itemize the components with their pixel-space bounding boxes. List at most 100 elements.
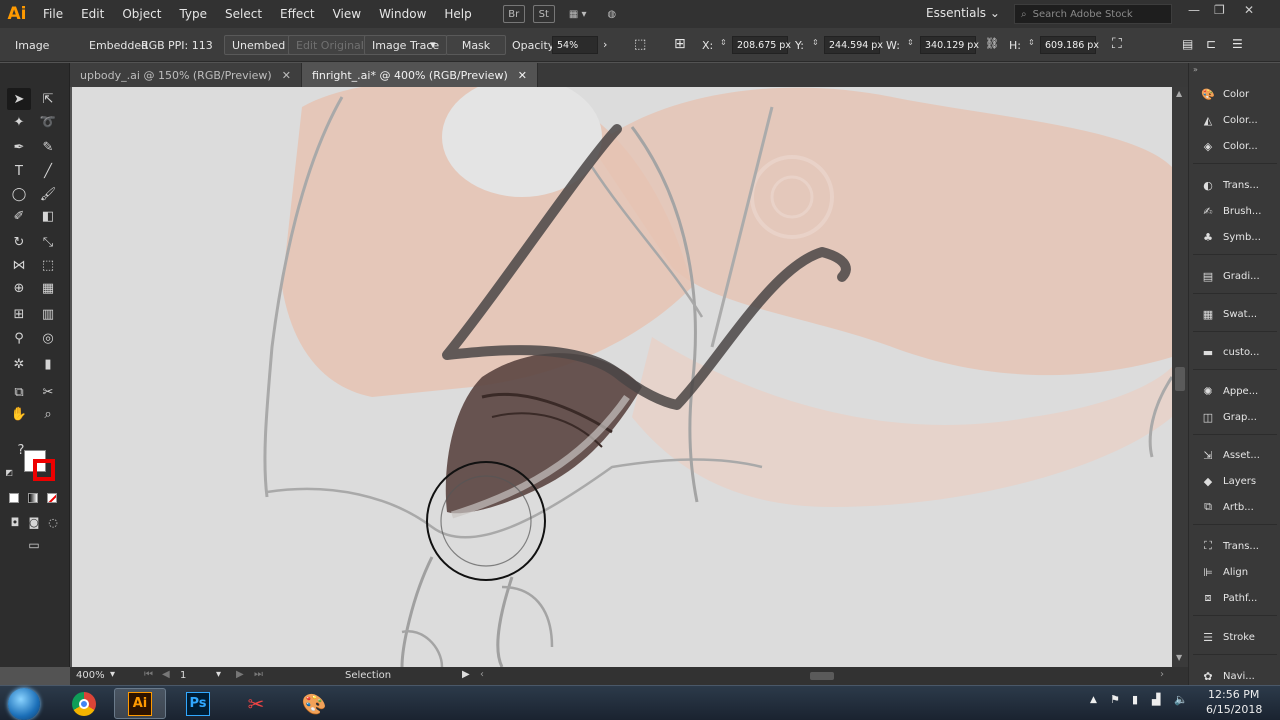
line-tool-icon[interactable]: ╱ [36, 160, 60, 182]
symbol-sprayer-tool-icon[interactable]: ✲ [7, 353, 31, 375]
y-spinner-icon[interactable]: ⇕ [812, 38, 819, 47]
width-tool-icon[interactable]: ⋈ [7, 254, 31, 276]
artboard-dropdown-icon[interactable]: ▾ [216, 669, 221, 680]
pen-tool-icon[interactable]: ✒ [7, 136, 31, 158]
hscroll-left-icon[interactable]: ‹ [480, 669, 484, 680]
menu-edit[interactable]: Edit [72, 7, 113, 21]
shaper-tool-icon[interactable]: ✐ [7, 205, 31, 227]
stock-button[interactable]: St [532, 5, 555, 23]
mesh-tool-icon[interactable]: ⊞ [7, 303, 31, 325]
column-graph-tool-icon[interactable]: ▮ [36, 353, 60, 375]
menu-select[interactable]: Select [216, 7, 271, 21]
w-spinner-icon[interactable]: ⇕ [907, 38, 914, 47]
type-tool-icon[interactable]: T [7, 160, 31, 182]
align-options-icon[interactable]: ⬚ [634, 37, 646, 52]
selection-tool-icon[interactable]: ➤ [7, 88, 31, 110]
draw-inside-icon[interactable]: ◌ [41, 511, 65, 533]
zoom-tool-icon[interactable]: ⌕ [36, 403, 60, 425]
panel-appearance[interactable]: ✺ Appe... [1189, 378, 1280, 404]
lasso-tool-icon[interactable]: ➰ [36, 111, 60, 133]
close-icon[interactable]: ✕ [282, 69, 291, 82]
panel-align[interactable]: ⊫ Align [1189, 559, 1280, 585]
scale-tool-icon[interactable]: ⤡ [36, 231, 60, 253]
color-mode-icon[interactable] [9, 493, 19, 503]
photoshop-taskbar-button[interactable]: Ps [172, 688, 224, 719]
slice-tool-icon[interactable]: ✂ [36, 381, 60, 403]
snipping-tool-taskbar-button[interactable]: ✂ [230, 688, 282, 719]
panel-layers[interactable]: ◆ Layers [1189, 468, 1280, 494]
scroll-up-icon[interactable]: ▲ [1176, 89, 1182, 98]
menu-help[interactable]: Help [435, 7, 480, 21]
panel-transparency[interactable]: ◐ Trans... [1189, 172, 1280, 198]
status-menu-icon[interactable]: ▶ [462, 669, 470, 680]
opacity-input[interactable]: 54% [552, 36, 598, 54]
workspace-switcher[interactable]: Essentials ⌄ [926, 6, 1000, 20]
volume-icon[interactable]: 🔈 [1174, 693, 1188, 706]
gpu-performance-icon[interactable]: ◍ [601, 5, 623, 23]
perspective-grid-tool-icon[interactable]: ▦ [36, 277, 60, 299]
panel-brushes[interactable]: ✍ Brush... [1189, 198, 1280, 224]
vertical-scrollbar[interactable]: ▲ ▼ [1172, 87, 1188, 667]
h-input[interactable]: 609.186 px [1040, 36, 1099, 54]
eyedropper-tool-icon[interactable]: ⚲ [7, 327, 31, 349]
w-input[interactable]: 340.129 px [920, 36, 979, 54]
scroll-thumb[interactable] [1175, 367, 1185, 391]
unembed-button[interactable]: Unembed [224, 35, 294, 55]
panel-gradient[interactable]: ▤ Gradi... [1189, 263, 1280, 289]
fill-stroke-widget[interactable] [24, 450, 56, 482]
isolate-icon[interactable]: ⊏ [1206, 37, 1216, 51]
embedded-link[interactable]: Embedded [89, 39, 148, 52]
x-spinner-icon[interactable]: ⇕ [720, 38, 727, 47]
stock-search-input[interactable]: ⌕ Search Adobe Stock [1014, 4, 1172, 24]
start-button[interactable] [8, 688, 40, 720]
restore-icon[interactable]: ❐ [1214, 3, 1225, 17]
screen-mode-icon[interactable]: ▭ [22, 534, 46, 556]
panel-graphic-styles[interactable]: ◫ Grap... [1189, 404, 1280, 430]
next-artboard-icon[interactable]: ▶ [236, 669, 244, 680]
paintbrush-tool-icon[interactable]: 🖌 [36, 183, 60, 205]
prev-artboard-icon[interactable]: ◀ [162, 669, 170, 680]
illustrator-taskbar-button[interactable]: Ai [114, 688, 166, 719]
image-trace-dropdown-icon[interactable]: ▾ [430, 38, 436, 51]
panel-pathfinder[interactable]: ⧈ Pathf... [1189, 585, 1280, 611]
arrange-documents-icon[interactable]: ▦ ▾ [563, 5, 593, 23]
panel-color-guide[interactable]: ◭ Color... [1189, 107, 1280, 133]
mask-button[interactable]: Mask [446, 35, 506, 55]
default-colors-icon[interactable]: ◩ [2, 465, 16, 479]
stroke-swatch[interactable] [33, 459, 55, 481]
network-icon[interactable]: ▟ [1152, 693, 1160, 706]
h-spinner-icon[interactable]: ⇕ [1028, 38, 1035, 47]
arrange-icon[interactable]: ▤ [1182, 37, 1193, 51]
zoom-level[interactable]: 400% [76, 670, 105, 681]
artboard-canvas[interactable] [72, 87, 1172, 667]
first-artboard-icon[interactable]: ⏮ [144, 669, 153, 680]
menu-effect[interactable]: Effect [271, 7, 324, 21]
panel-transform[interactable]: ⛶ Trans... [1189, 533, 1280, 559]
constrain-proportions-icon[interactable]: ⛓ [985, 37, 999, 50]
panel-color-themes[interactable]: ◈ Color... [1189, 133, 1280, 159]
gradient-mode-icon[interactable] [28, 493, 38, 503]
panel-swatches[interactable]: ▦ Swat... [1189, 301, 1280, 327]
shape-builder-tool-icon[interactable]: ⊕ [7, 277, 31, 299]
panel-stroke[interactable]: ☰ Stroke [1189, 624, 1280, 650]
panel-custom[interactable]: ▬ custo... [1189, 339, 1280, 365]
transform-icon[interactable]: ⛶ [1112, 36, 1122, 52]
collapse-dock-icon[interactable]: » [1193, 65, 1198, 74]
none-mode-icon[interactable] [47, 493, 57, 503]
eraser-tool-icon[interactable]: ◧ [36, 205, 60, 227]
ellipse-tool-icon[interactable]: ◯ [7, 183, 31, 205]
paint-taskbar-button[interactable]: 🎨 [288, 688, 340, 719]
tab-finright[interactable]: finright_.ai* @ 400% (RGB/Preview) ✕ [301, 63, 538, 87]
menu-view[interactable]: View [324, 7, 370, 21]
direct-selection-tool-icon[interactable]: ⇱ [36, 88, 60, 110]
action-center-icon[interactable]: ⚑ [1110, 693, 1120, 706]
panel-color[interactable]: 🎨 Color [1189, 81, 1280, 107]
hand-tool-icon[interactable]: ✋ [7, 403, 31, 425]
clock-date[interactable]: 6/15/2018 [1206, 703, 1262, 716]
battery-icon[interactable]: ▮ [1132, 693, 1138, 706]
reference-point-icon[interactable]: ⊞ [674, 36, 686, 52]
opacity-expand-icon[interactable]: › [603, 38, 607, 51]
close-icon[interactable]: ✕ [1244, 3, 1254, 17]
scroll-down-icon[interactable]: ▼ [1176, 653, 1182, 662]
menu-object[interactable]: Object [113, 7, 170, 21]
